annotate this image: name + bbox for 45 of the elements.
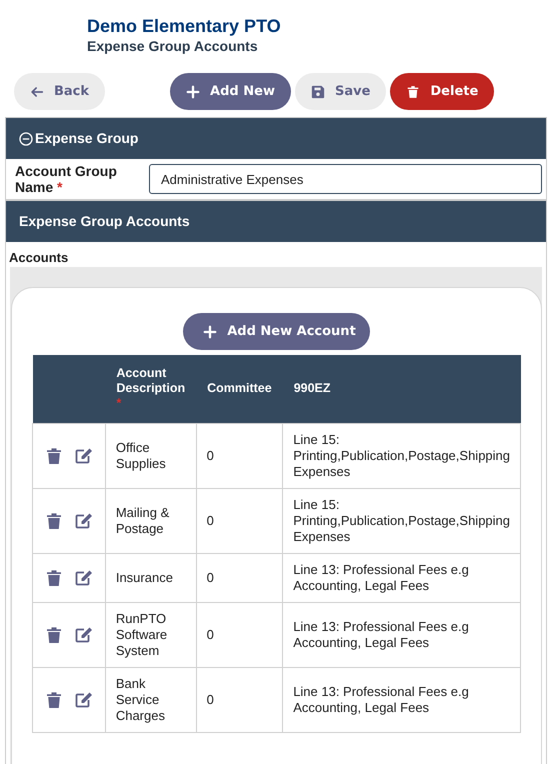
add-account-button[interactable]: Add New Account	[183, 313, 370, 350]
save-button[interactable]: Save	[294, 73, 386, 110]
add-button[interactable]: Add New	[170, 73, 291, 110]
table-cell: 0	[206, 570, 214, 584]
table-cell: Office Supplies	[116, 440, 166, 470]
arrow-left-icon	[30, 84, 44, 98]
page-subtitle: Expense Group Accounts	[87, 37, 259, 55]
table-cell: 0	[206, 692, 214, 706]
section-title: Expense Group	[35, 129, 138, 148]
column-header: Account Description *	[105, 355, 196, 423]
table-cell: Bank Service Charges	[116, 676, 165, 722]
edit-icon[interactable]	[75, 512, 93, 529]
table-cell: Line 13: Professional Fees e.g Accounting, Legal Fees	[293, 618, 469, 650]
table-cell: 0	[206, 448, 214, 462]
table-cell: Line 15: Printing,Publication,Postage,Shipping Expenses	[293, 496, 510, 544]
trash-icon[interactable]	[47, 512, 61, 529]
page-title: Demo Elementary PTO	[87, 15, 282, 37]
table-cell: Line 13: Professional Fees e.g Accounting, Legal Fees	[293, 562, 469, 592]
collapse-icon[interactable]	[19, 132, 33, 146]
table-cell: Line 13: Professional Fees e.g Accounting, Legal Fees	[293, 684, 469, 714]
edit-icon[interactable]	[75, 448, 93, 464]
field-label: Account Group Name *	[15, 163, 118, 195]
column-header: Committee	[196, 355, 283, 423]
plus-icon	[203, 324, 218, 338]
table-cell: Line 15: Printing,Publication,Postage,Shipping Expenses	[293, 432, 510, 478]
table-cell: Mailing & Postage	[116, 504, 170, 536]
column-header: 990EZ	[282, 355, 520, 423]
accounts-label: Accounts	[8, 249, 70, 265]
edit-icon[interactable]	[75, 626, 93, 643]
name-input-field[interactable]: Administrative Expenses	[149, 164, 542, 194]
delete-button[interactable]: Delete	[390, 73, 494, 110]
back-button[interactable]: Back	[14, 73, 106, 110]
table-cell: 0	[206, 512, 214, 528]
table-cell: Insurance	[116, 570, 173, 584]
edit-icon[interactable]	[75, 570, 93, 586]
trash-icon[interactable]	[47, 692, 61, 708]
edit-icon[interactable]	[75, 692, 93, 708]
trash-icon[interactable]	[47, 626, 61, 643]
trash-icon[interactable]	[47, 570, 61, 586]
table-cell: RunPTO Software System	[116, 610, 168, 658]
section-title: Expense Group Accounts	[19, 212, 190, 231]
trash-icon	[406, 84, 420, 98]
plus-icon	[186, 84, 200, 98]
trash-icon[interactable]	[47, 448, 61, 464]
table-cell: 0	[206, 626, 214, 642]
